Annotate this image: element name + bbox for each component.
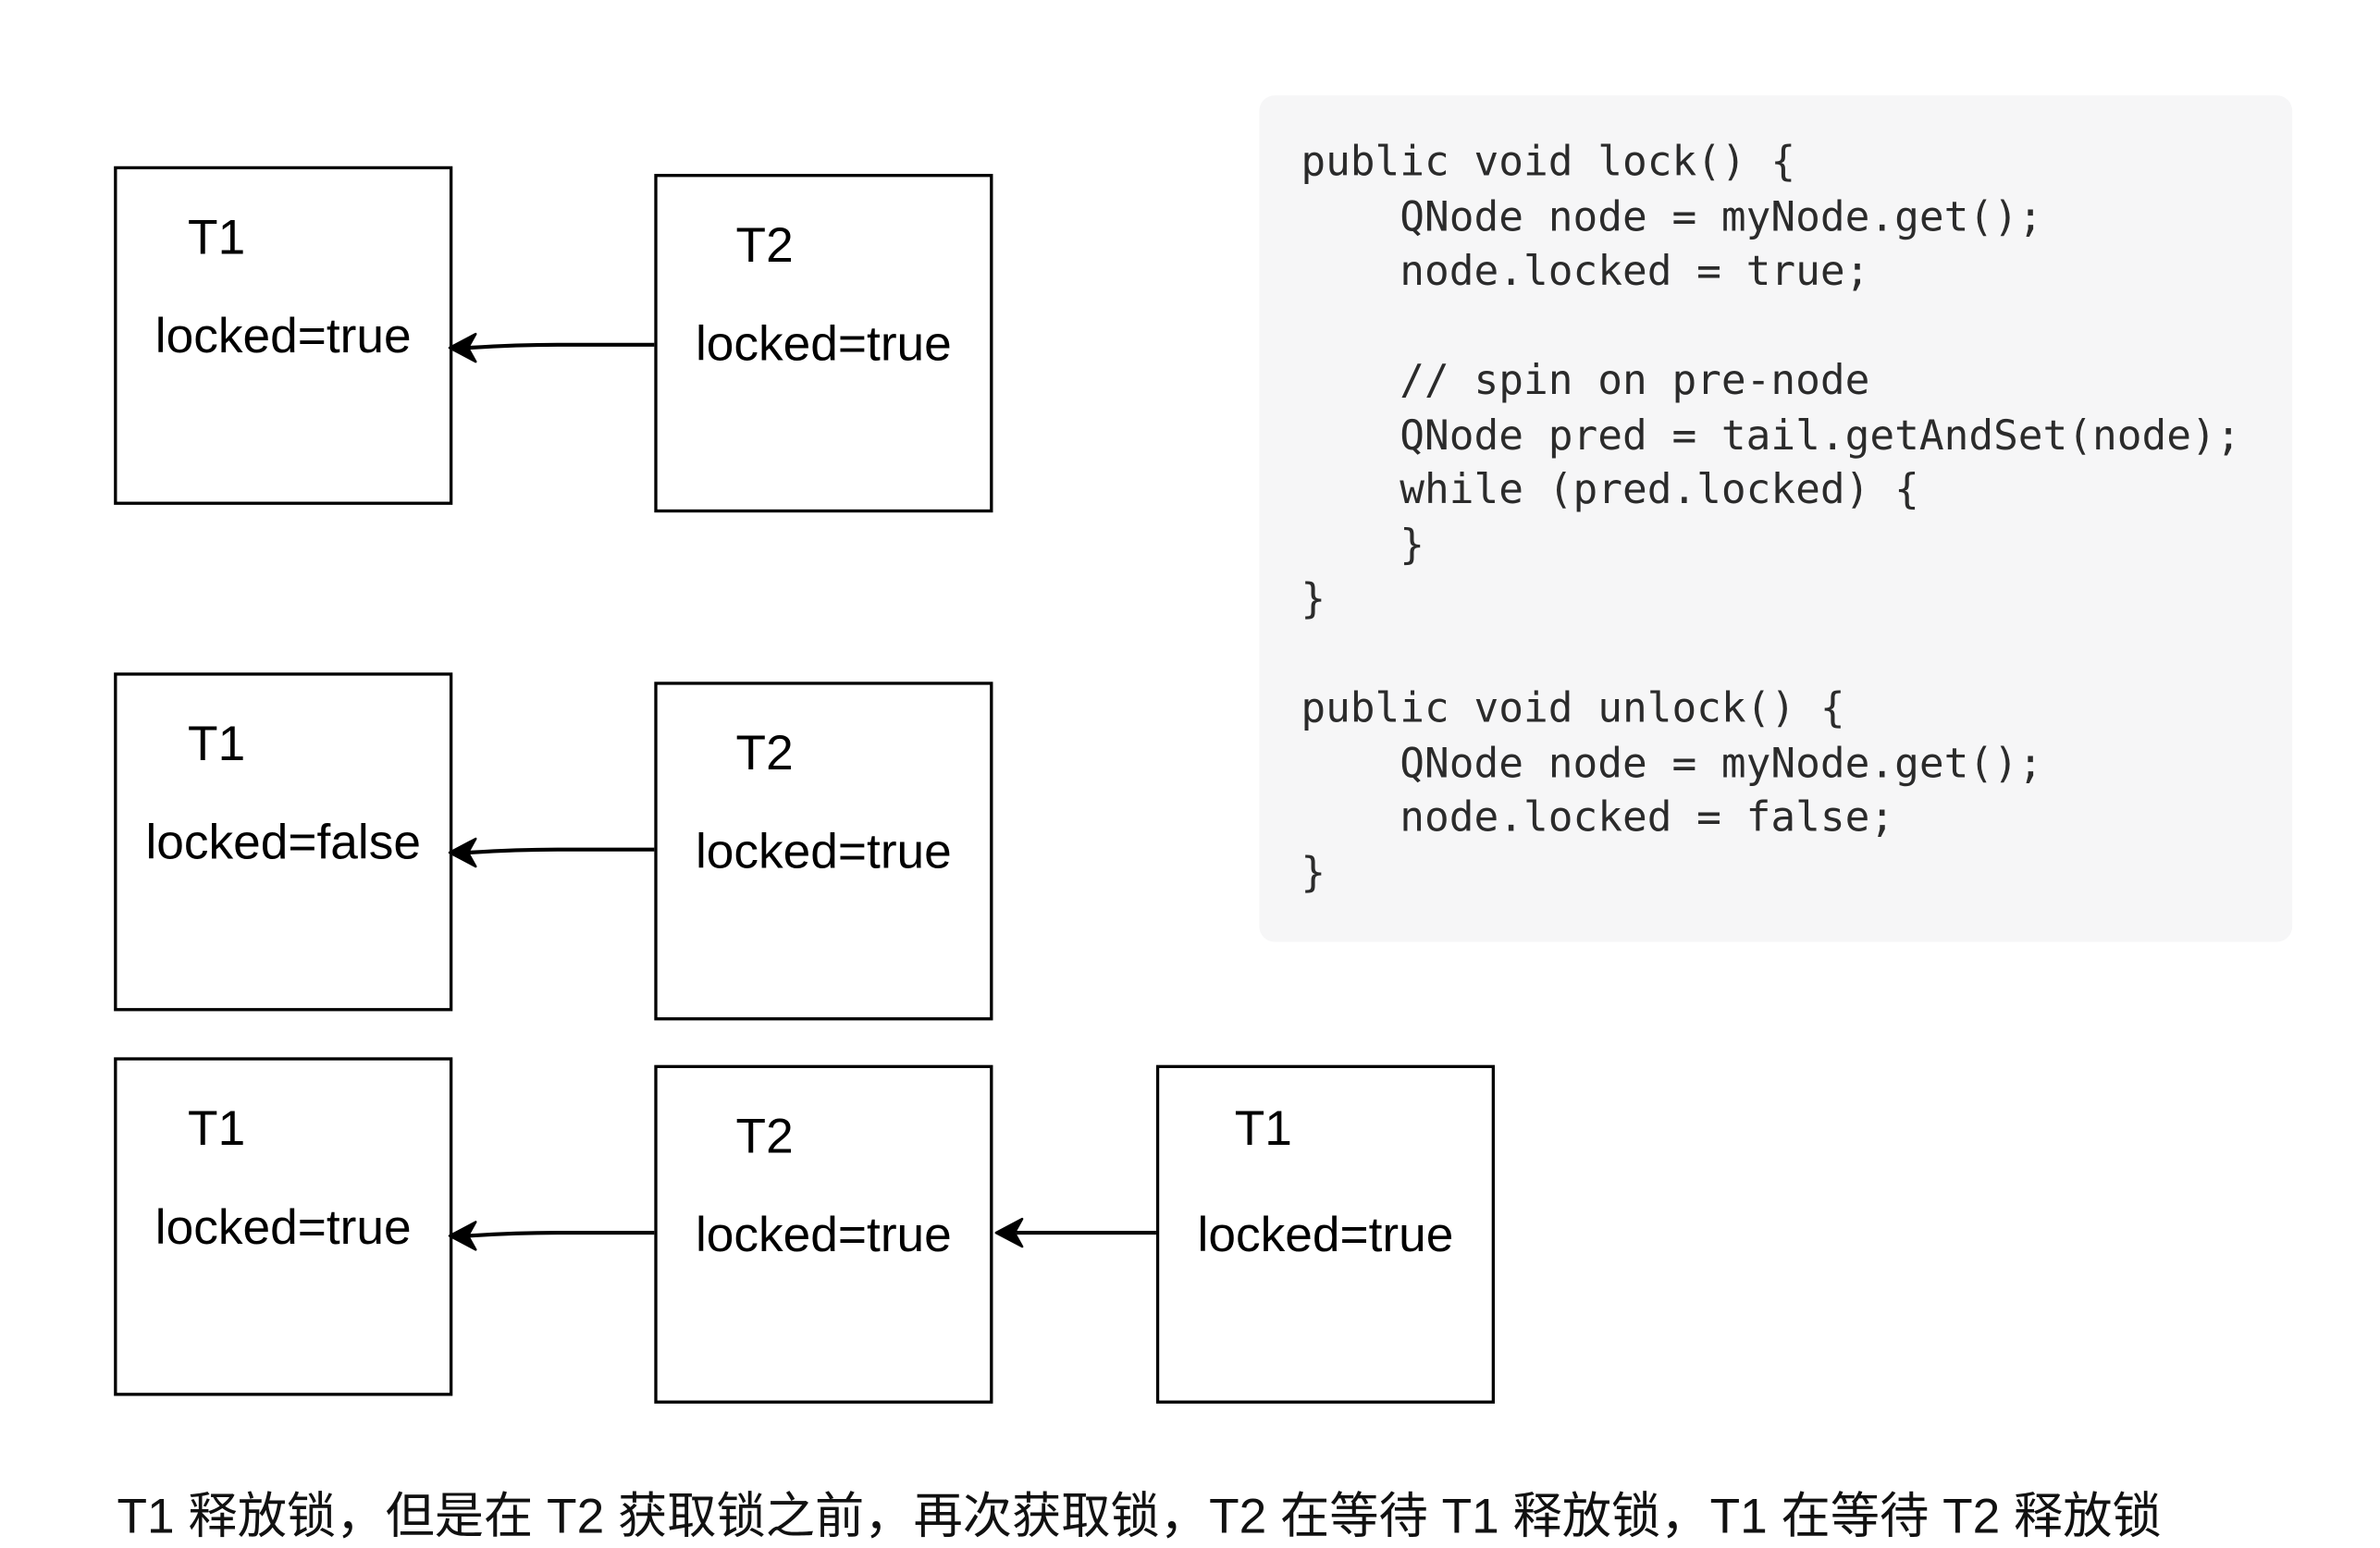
code-line: QNode node = myNode.get();: [1301, 192, 2043, 241]
arrow-row1-t2-to-t1: [467, 342, 655, 350]
code-line: }: [1301, 521, 1425, 569]
code-line: QNode node = myNode.get();: [1301, 739, 2043, 788]
code-line: node.locked = false;: [1301, 793, 1895, 842]
code-line: }: [1301, 575, 1326, 624]
caption: T1 释放锁，但是在 T2 获取锁之前，再次获取锁，T2 在等待 T1 释放锁，…: [117, 1488, 2162, 1543]
arrow-row2-t2-to-t1: [467, 847, 655, 855]
code-line: // spin on pre-node: [1301, 357, 1870, 405]
code-line: }: [1301, 848, 1326, 897]
diagram-canvas: T1 locked=true T2 locked=true T1 locked=…: [0, 0, 2380, 1548]
code-line: public void unlock() {: [1301, 684, 1845, 733]
arrow-row3-t2-to-t1: [467, 1231, 655, 1238]
code-line: public void lock() {: [1301, 138, 1796, 187]
code-block: public void lock() { QNode node = myNode…: [1259, 95, 2293, 942]
code-line: QNode pred = tail.getAndSet(node);: [1301, 412, 2241, 460]
code-line: node.locked = true;: [1301, 247, 1870, 296]
code-line: while (pred.locked) {: [1301, 466, 1919, 514]
